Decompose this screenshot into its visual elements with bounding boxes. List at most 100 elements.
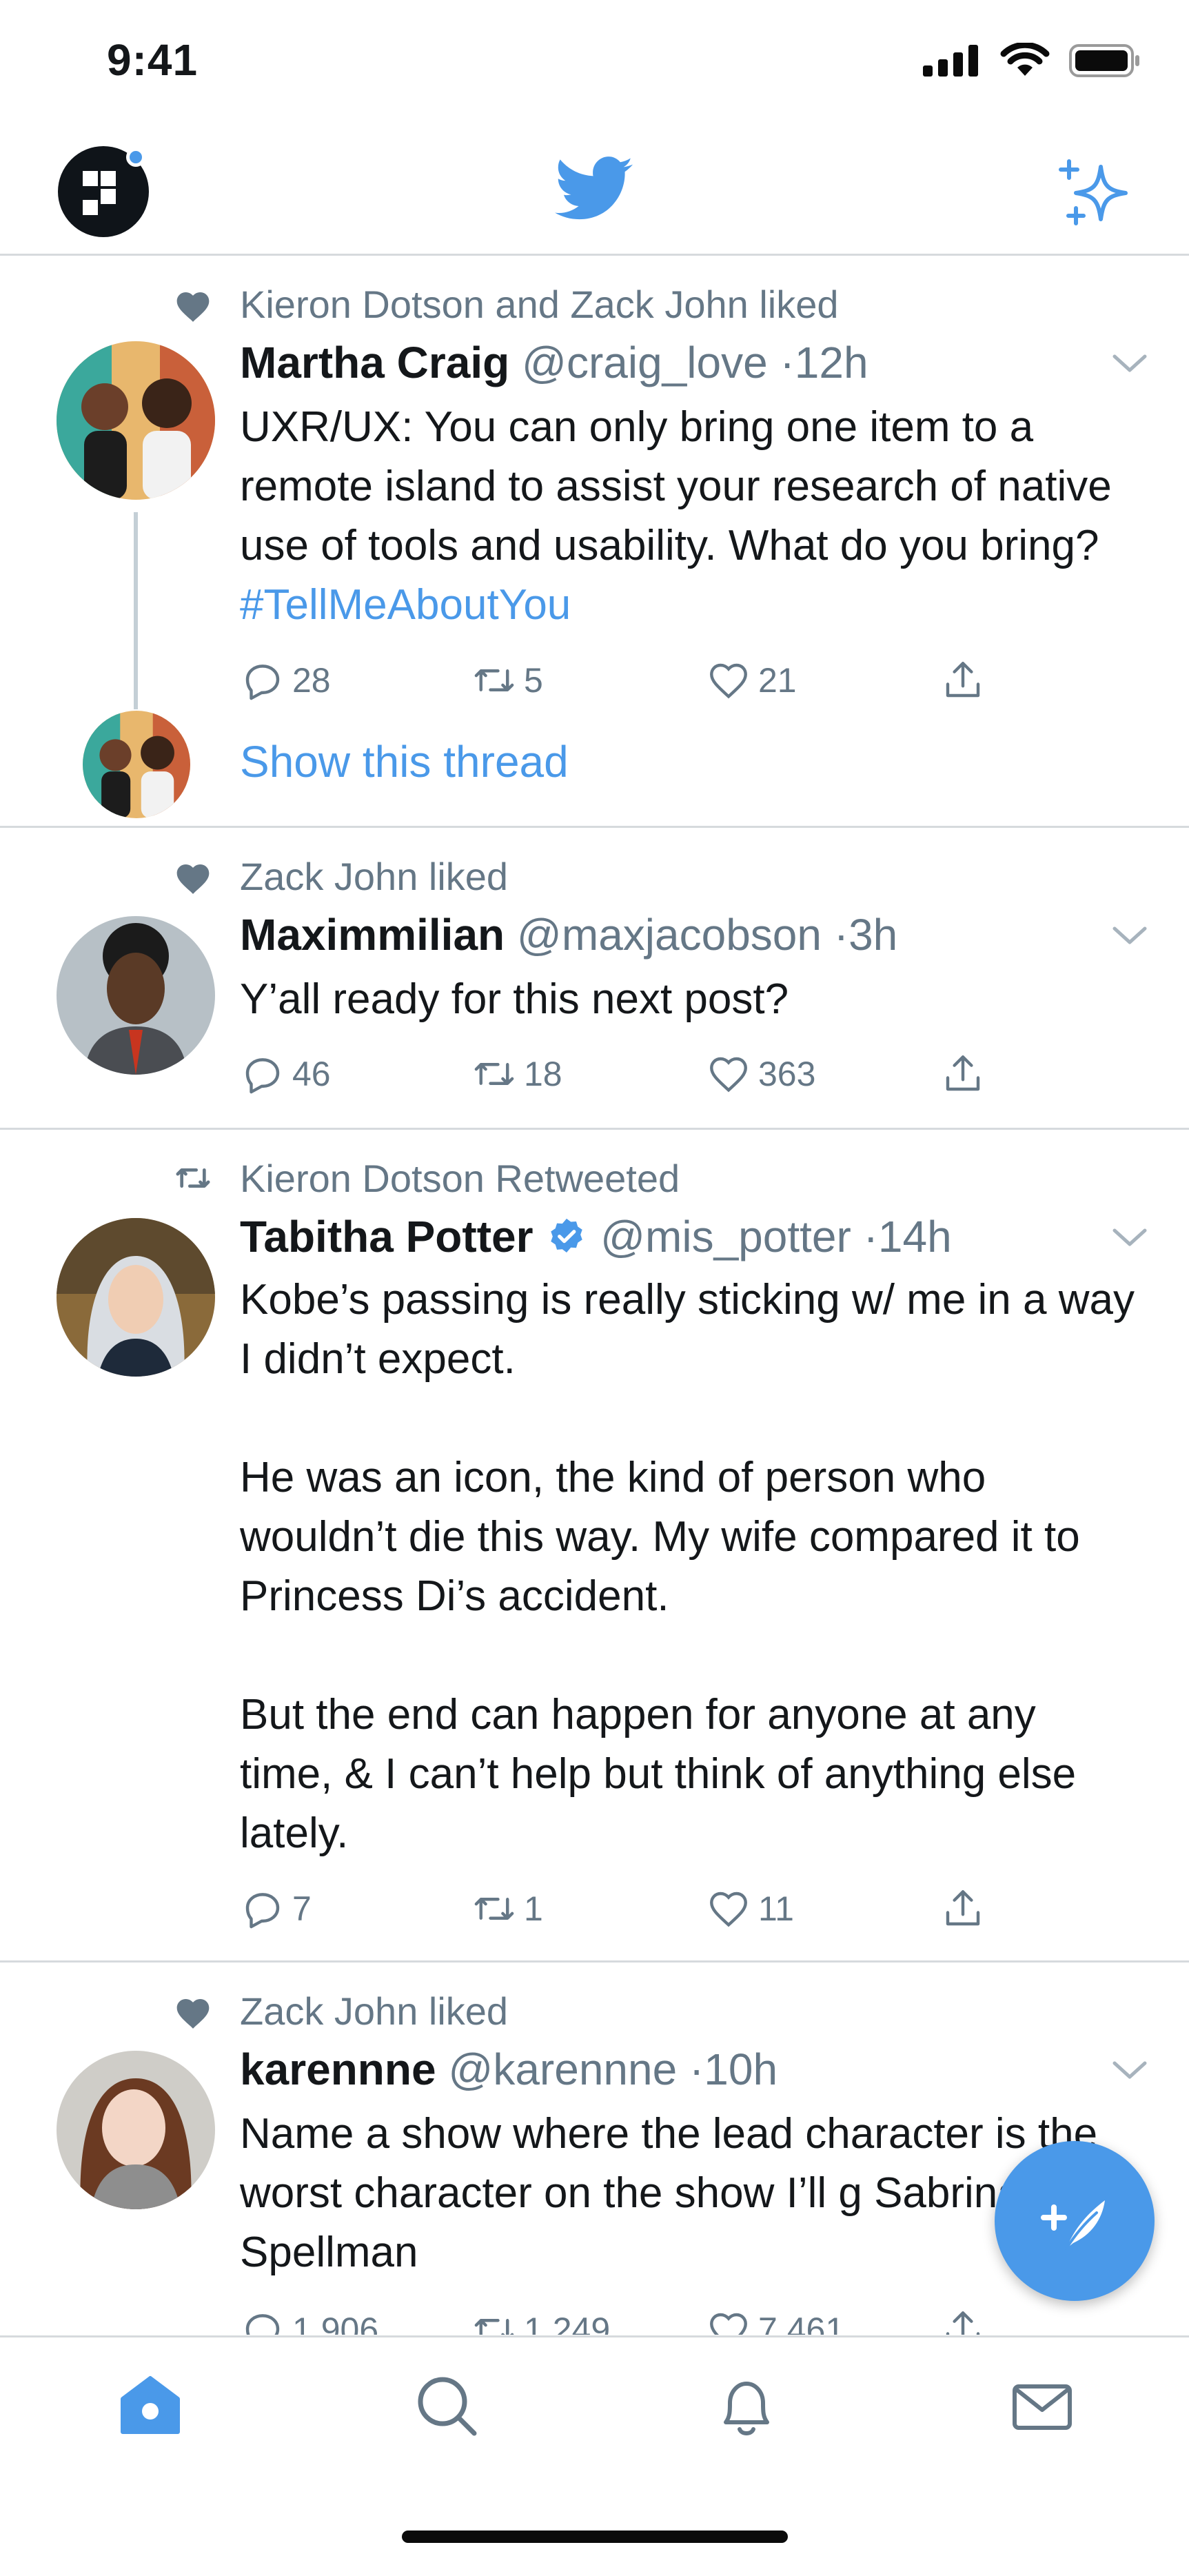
- like-count: 11: [758, 1889, 794, 1928]
- chevron-down-icon[interactable]: [1112, 352, 1148, 373]
- battery-icon: [1069, 44, 1139, 77]
- username[interactable]: @craig_love: [522, 338, 768, 387]
- reply-icon: [245, 1893, 280, 1929]
- chevron-down-icon[interactable]: [1112, 924, 1148, 945]
- social-context: Zack John liked: [240, 855, 509, 898]
- notifications-icon[interactable]: [712, 2371, 781, 2440]
- tweet-martha-craig[interactable]: Kieron Dotson and Zack John liked Martha…: [0, 256, 1189, 828]
- heart-outline-icon: [710, 2313, 747, 2335]
- heart-icon: [176, 292, 210, 322]
- share-icon: [946, 662, 980, 698]
- compose-tweet-button[interactable]: [995, 2141, 1155, 2301]
- display-name[interactable]: Tabitha Potter: [240, 1212, 533, 1261]
- social-context: Kieron Dotson Retweeted: [240, 1157, 680, 1200]
- reply-icon: [245, 1058, 280, 1094]
- retweet-icon: [474, 2319, 514, 2335]
- tweet-time: ·14h: [863, 1212, 952, 1261]
- share-button[interactable]: [940, 1051, 986, 1097]
- messages-icon[interactable]: [1008, 2371, 1077, 2440]
- tweet-time: ·12h: [780, 338, 868, 387]
- share-icon: [946, 1890, 980, 1926]
- tweet-time: ·3h: [833, 910, 898, 960]
- tweet-actions: 46 18 363: [240, 1051, 998, 1099]
- compose-feather-icon: [1041, 2200, 1105, 2250]
- reply-count: 7: [292, 1889, 312, 1928]
- thread-connector: [134, 512, 138, 709]
- notification-dot: [126, 148, 145, 167]
- wifi-icon: [1000, 43, 1050, 76]
- retweet-icon: [474, 1063, 514, 1085]
- tweet-header: Martha Craig @craig_love ·12h: [240, 337, 868, 388]
- tweet-actions: 1 906 1 249 7 461: [240, 2307, 998, 2335]
- tweet-maximmilian[interactable]: Zack John liked Maximmilian @maxjacobson…: [0, 828, 1189, 1130]
- like-count: 363: [758, 1055, 816, 1093]
- avatar[interactable]: [57, 2051, 215, 2209]
- heart-icon: [176, 1999, 210, 2029]
- tweet-text: Name a show where the lead character is …: [240, 2110, 1098, 2276]
- reply-icon: [245, 2314, 280, 2335]
- twitter-bird-icon: [555, 156, 633, 220]
- tweet-text: Y’all ready for this next post?: [240, 975, 789, 1023]
- reply-count: 28: [292, 661, 331, 700]
- home-indicator: [402, 2531, 788, 2543]
- avatar[interactable]: [57, 341, 215, 500]
- username[interactable]: @karennne: [448, 2045, 677, 2094]
- sparkle-icon[interactable]: [1058, 159, 1130, 227]
- like-count: 7 461: [758, 2311, 845, 2335]
- like-button[interactable]: 21: [706, 658, 797, 703]
- show-thread-link[interactable]: Show this thread: [240, 736, 569, 787]
- verified-badge-icon: [551, 1218, 583, 1252]
- hashtag-link[interactable]: #TellMeAboutYou: [240, 581, 571, 629]
- tweet-actions: 28 5 21: [240, 658, 998, 706]
- tweet-text: Kobe’s passing is really sticking w/ me …: [240, 1276, 1135, 1857]
- tweet-header: karennne @karennne ·10h: [240, 2044, 778, 2095]
- like-button[interactable]: 11: [706, 1886, 794, 1931]
- like-button[interactable]: 7 461: [706, 2307, 844, 2335]
- display-name[interactable]: Martha Craig: [240, 338, 509, 387]
- reply-button[interactable]: 28: [240, 658, 331, 703]
- heart-outline-icon: [710, 663, 747, 699]
- home-icon[interactable]: [116, 2371, 185, 2440]
- avatar[interactable]: [57, 916, 215, 1075]
- retweet-icon: [474, 1898, 514, 1920]
- tweet-tabitha-potter[interactable]: Kieron Dotson Retweeted Tabitha Potter @…: [0, 1130, 1189, 1963]
- avatar[interactable]: [57, 1218, 215, 1377]
- heart-icon: [176, 864, 210, 894]
- cellular-signal-icon: [923, 45, 978, 77]
- display-name[interactable]: Maximmilian: [240, 910, 505, 960]
- tweet-header: Maximmilian @maxjacobson ·3h: [240, 909, 897, 960]
- reply-button[interactable]: 46: [240, 1051, 331, 1097]
- tweet-text: UXR/UX: You can only bring one item to a…: [240, 398, 1136, 635]
- status-indicators: [923, 43, 1141, 79]
- social-context: Kieron Dotson and Zack John liked: [240, 283, 839, 326]
- like-button[interactable]: 363: [706, 1051, 815, 1097]
- share-button[interactable]: [940, 658, 986, 703]
- tweet-actions: 7 1 11: [240, 1886, 998, 1934]
- search-icon[interactable]: [412, 2371, 481, 2440]
- tweet-karennne[interactable]: Zack John liked karennne @karennne ·10h …: [0, 1963, 1189, 2335]
- share-button[interactable]: [940, 2307, 986, 2335]
- reply-button[interactable]: 1 906: [240, 2307, 378, 2335]
- retweet-button[interactable]: 5: [471, 658, 543, 703]
- share-icon: [946, 1055, 980, 1091]
- display-name[interactable]: karennne: [240, 2045, 436, 2094]
- retweet-button[interactable]: 18: [471, 1051, 562, 1097]
- retweet-count: 5: [524, 661, 543, 700]
- chevron-down-icon[interactable]: [1112, 2059, 1148, 2080]
- tweet-time: ·10h: [689, 2045, 778, 2094]
- retweet-button[interactable]: 1: [471, 1886, 543, 1931]
- thread-avatar[interactable]: [83, 711, 190, 818]
- status-time: 9:41: [107, 35, 199, 85]
- username[interactable]: @maxjacobson: [517, 910, 822, 960]
- retweet-icon: [176, 1168, 210, 1188]
- share-button[interactable]: [940, 1886, 986, 1931]
- reply-button[interactable]: 7: [240, 1886, 312, 1931]
- reply-icon: [245, 665, 280, 700]
- retweet-button[interactable]: 1 249: [471, 2307, 610, 2335]
- username[interactable]: @mis_potter: [600, 1212, 851, 1261]
- chevron-down-icon[interactable]: [1112, 1226, 1148, 1247]
- social-context: Zack John liked: [240, 1989, 509, 2033]
- retweet-count: 1 249: [524, 2311, 611, 2335]
- reply-count: 46: [292, 1055, 331, 1093]
- heart-outline-icon: [710, 1892, 747, 1927]
